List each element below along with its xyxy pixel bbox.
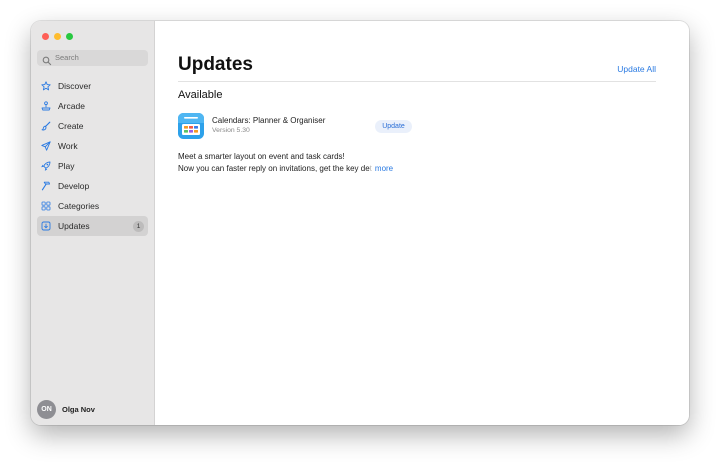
app-name: Calendars: Planner & Organiser (212, 116, 326, 125)
update-all-button[interactable]: Update All (617, 64, 656, 74)
sidebar-item-arcade[interactable]: Arcade (37, 96, 148, 116)
sidebar-item-play[interactable]: Play (37, 156, 148, 176)
sidebar-nav: Discover Arcade Create Work Play Develop… (37, 76, 148, 236)
sidebar-item-label: Discover (58, 81, 92, 91)
update-list-item: Calendars: Planner & Organiser Version 5… (178, 113, 418, 141)
close-window-button[interactable] (42, 33, 49, 40)
more-link[interactable]: more (375, 164, 393, 173)
account-profile[interactable]: ON Olga Nov (37, 400, 95, 419)
star-icon (41, 81, 51, 91)
joystick-icon (41, 101, 51, 111)
zoom-window-button[interactable] (66, 33, 73, 40)
divider (178, 81, 656, 82)
app-store-window: Search Discover Arcade Create Work Play … (31, 21, 689, 425)
sidebar-item-create[interactable]: Create (37, 116, 148, 136)
avatar: ON (37, 400, 56, 419)
release-notes-fade: t (369, 164, 372, 173)
release-notes-line: Meet a smarter layout on event and task … (178, 152, 345, 161)
sidebar-item-label: Work (58, 141, 78, 151)
sidebar-item-label: Updates (58, 221, 90, 231)
paperplane-icon (41, 141, 51, 151)
grid-icon (41, 201, 51, 211)
sidebar-item-label: Arcade (58, 101, 85, 111)
sidebar-item-develop[interactable]: Develop (37, 176, 148, 196)
sidebar-item-label: Create (58, 121, 84, 131)
main-content: Updates Update All Available Calendars: … (155, 21, 689, 425)
sidebar: Search Discover Arcade Create Work Play … (31, 21, 155, 425)
update-button[interactable]: Update (375, 120, 412, 133)
rocket-icon (41, 161, 51, 171)
sidebar-item-discover[interactable]: Discover (37, 76, 148, 96)
sidebar-item-categories[interactable]: Categories (37, 196, 148, 216)
sidebar-item-label: Categories (58, 201, 100, 211)
release-notes-line: Now you can faster reply on invitations,… (178, 163, 393, 175)
sidebar-item-updates[interactable]: Updates 1 (37, 216, 148, 236)
sidebar-item-label: Develop (58, 181, 90, 191)
account-name: Olga Nov (62, 405, 95, 414)
minimize-window-button[interactable] (54, 33, 61, 40)
sidebar-item-label: Play (58, 161, 75, 171)
page-title: Updates (178, 54, 253, 75)
app-version: Version 5.30 (212, 127, 250, 134)
search-placeholder: Search (55, 53, 79, 62)
hammer-icon (41, 181, 51, 191)
calendar-app-icon[interactable] (178, 113, 204, 139)
section-title: Available (178, 89, 223, 101)
release-notes-text: Now you can faster reply on invitations,… (178, 164, 370, 173)
release-notes: Meet a smarter layout on event and task … (178, 151, 393, 175)
sidebar-item-work[interactable]: Work (37, 136, 148, 156)
download-icon (41, 221, 51, 231)
search-field[interactable]: Search (37, 50, 148, 66)
updates-count-badge: 1 (133, 220, 144, 232)
search-icon (42, 53, 52, 66)
paintbrush-icon (41, 121, 51, 131)
